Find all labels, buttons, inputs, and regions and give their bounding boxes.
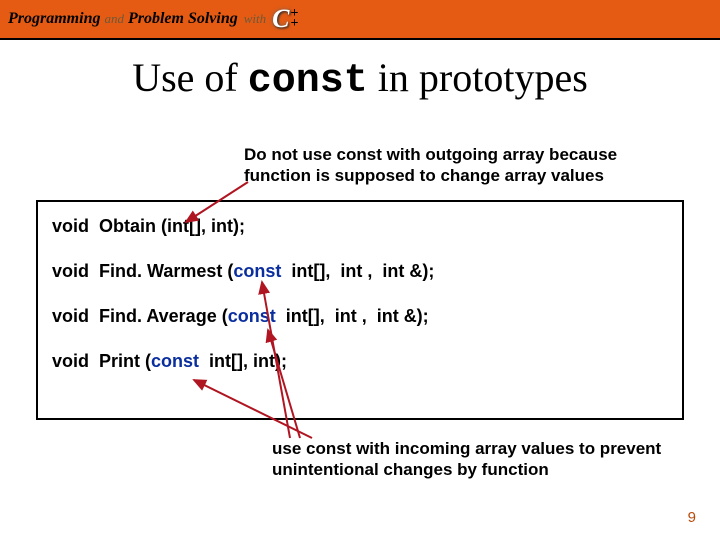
header-divider [0,38,720,40]
code-text: void Print ( [52,351,151,371]
book-logo: Programming and Problem Solving with C +… [8,4,298,34]
slide-title: Use of const in prototypes [0,54,720,104]
cpp-logo: C + + [272,4,298,34]
plus-icon: + [291,19,299,29]
code-box: void Obtain (int[], int); void Find. War… [36,200,684,420]
const-keyword: const [233,261,281,281]
title-keyword: const [248,59,368,104]
cpp-plus-stack: + + [290,9,299,29]
page-number: 9 [688,509,696,526]
code-text: int[], int); [199,351,287,371]
logo-text-with: with [244,11,266,27]
prototype-findwarmest: void Find. Warmest (const int[], int , i… [52,261,668,282]
logo-text-and: and [104,11,124,27]
logo-text-programming: Programming [8,10,100,28]
code-text: int[], int , int &); [281,261,434,281]
code-text: void Find. Average ( [52,306,228,326]
annotation-top: Do not use const with outgoing array bec… [244,144,684,187]
const-keyword: const [228,306,276,326]
prototype-print: void Print (const int[], int); [52,351,668,372]
prototype-findaverage: void Find. Average (const int[], int , i… [52,306,668,327]
logo-text-problem-solving: Problem Solving [128,10,238,28]
prototype-obtain: void Obtain (int[], int); [52,216,668,237]
annotation-bottom: use const with incoming array values to … [272,438,702,481]
title-post: in prototypes [368,55,588,100]
title-pre: Use of [132,55,248,100]
code-text: void Obtain (int[], int); [52,216,245,236]
slide: Programming and Problem Solving with C +… [0,0,720,540]
code-text: void Find. Warmest ( [52,261,233,281]
const-keyword: const [151,351,199,371]
code-text: int[], int , int &); [276,306,429,326]
cpp-c-glyph: C [272,4,289,34]
